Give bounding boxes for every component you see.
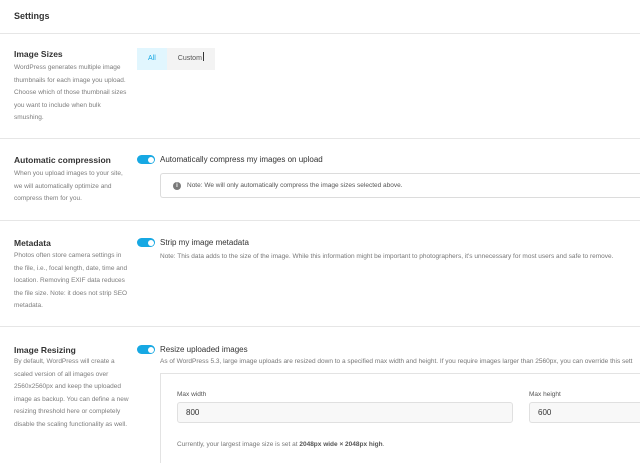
tab-custom-label: Custom [177, 55, 202, 62]
max-width-input[interactable]: 800 [177, 402, 513, 423]
page-title: Settings [14, 11, 50, 21]
strip-metadata-label: Strip my image metadata [160, 238, 249, 247]
image-sizes-tabs: All Custom [137, 48, 215, 70]
resize-note: As of WordPress 5.3, large image uploads… [160, 358, 633, 365]
toggle-knob [147, 346, 154, 353]
strip-metadata-toggle[interactable] [137, 238, 155, 247]
auto-compress-label: Automatically compress my images on uplo… [160, 155, 323, 164]
max-height-input[interactable]: 600 [529, 402, 640, 423]
max-height-label: Max height [529, 391, 561, 398]
notice-text: Note: We will only automatically compres… [187, 182, 403, 189]
resize-images-toggle[interactable] [137, 345, 155, 354]
image-resizing-title: Image Resizing [14, 345, 76, 355]
toggle-knob [147, 156, 154, 163]
metadata-title: Metadata [14, 238, 51, 248]
current-size-prefix: Currently, your largest image size is se… [177, 441, 300, 448]
tab-all[interactable]: All [137, 48, 167, 70]
settings-header: Settings [0, 0, 640, 34]
current-size-value: 2048px wide × 2048px high [299, 441, 383, 448]
auto-compress-notice: i Note: We will only automatically compr… [160, 173, 640, 198]
section-divider [0, 326, 640, 327]
metadata-description: Photos often store camera settings in th… [14, 252, 128, 309]
current-size-suffix: . [382, 441, 385, 448]
toggle-knob [147, 239, 154, 246]
auto-compression-description: When you upload images to your site, we … [14, 170, 123, 202]
current-size-text: Currently, your largest image size is se… [177, 441, 384, 448]
section-divider [0, 138, 640, 139]
section-divider [0, 220, 640, 221]
text-cursor [202, 52, 204, 61]
info-icon: i [173, 182, 181, 190]
auto-compress-toggle[interactable] [137, 155, 155, 164]
image-sizes-description: WordPress generates multiple image thumb… [14, 64, 127, 121]
tab-all-label: All [148, 55, 156, 62]
max-width-label: Max width [177, 391, 207, 398]
image-sizes-title: Image Sizes [14, 49, 63, 59]
tab-custom[interactable]: Custom [166, 48, 215, 70]
image-resizing-description: By default, WordPress will create a scal… [14, 358, 129, 428]
auto-compression-title: Automatic compression [14, 155, 111, 165]
metadata-note: Note: This data adds to the size of the … [160, 253, 614, 260]
resize-images-label: Resize uploaded images [160, 345, 248, 354]
